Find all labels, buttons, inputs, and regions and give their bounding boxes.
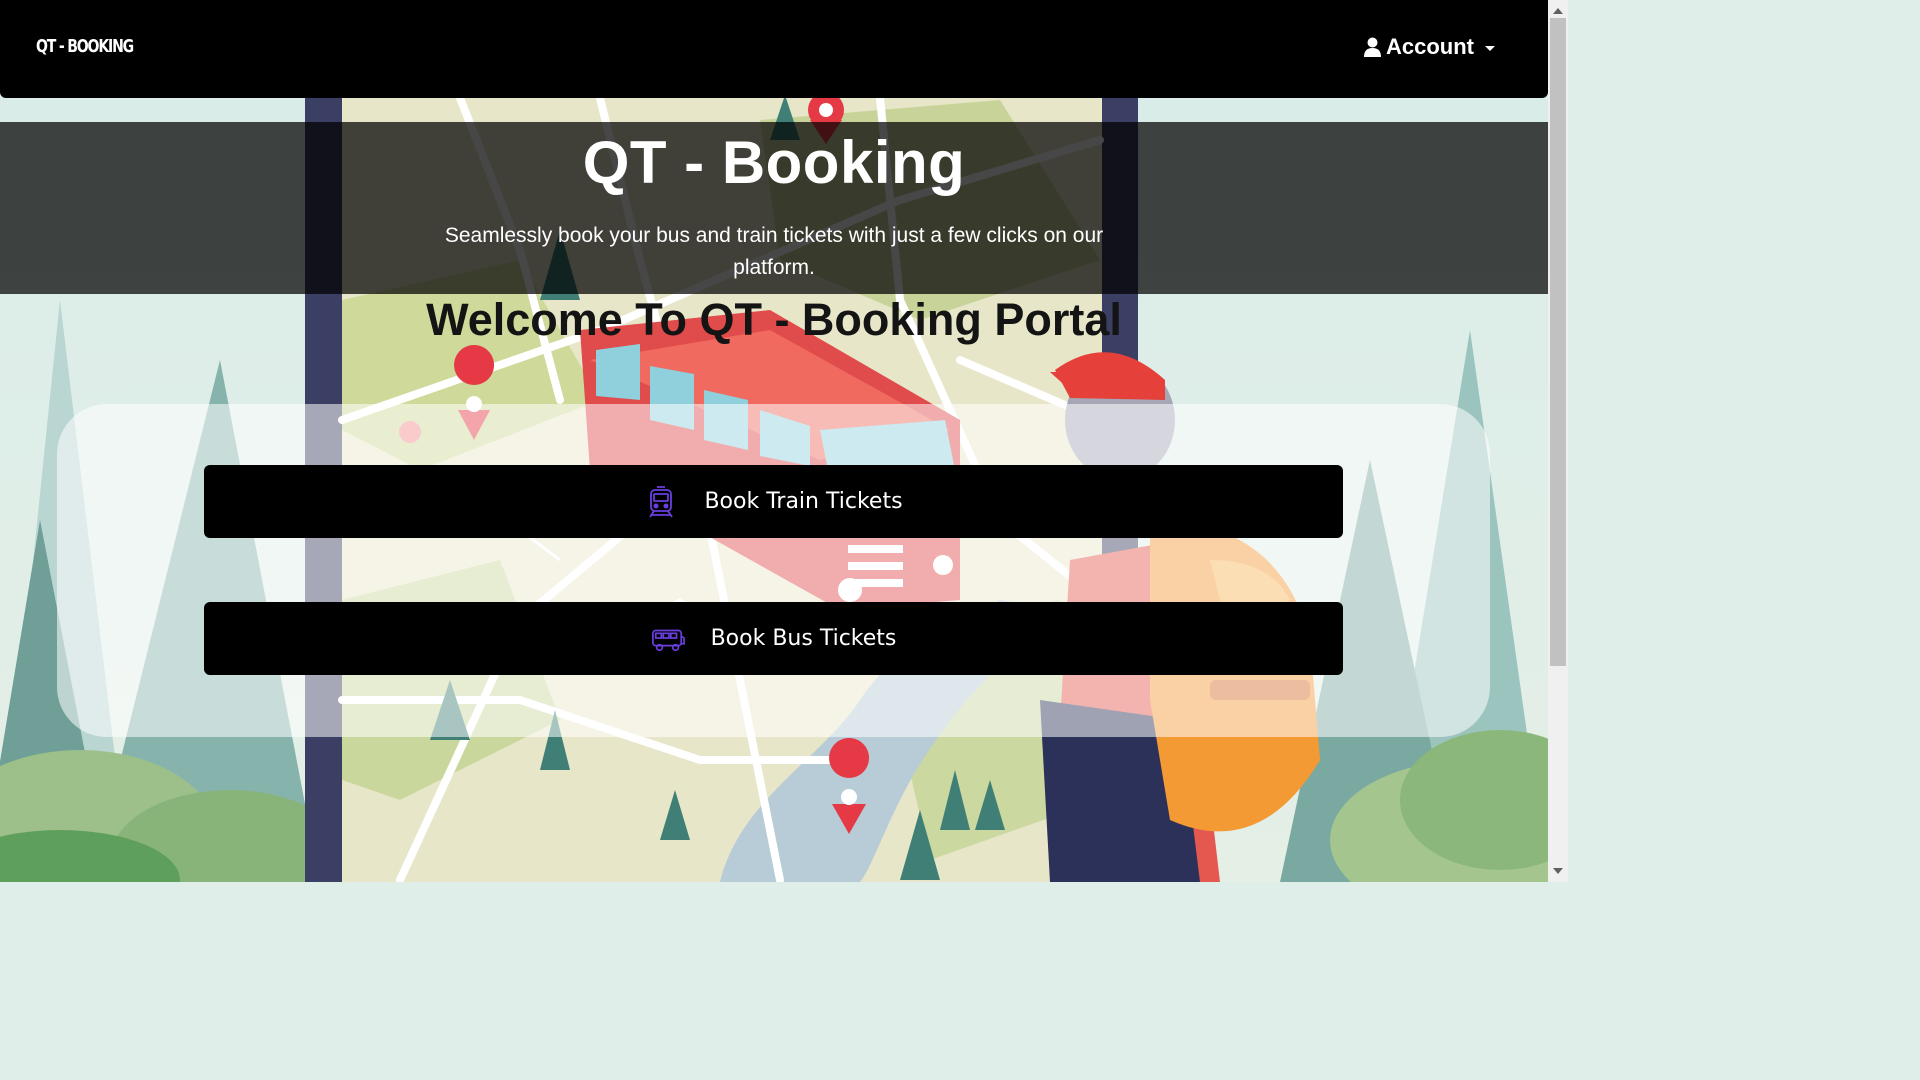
hero-subtitle: Seamlessly book your bus and train ticke…	[444, 224, 1104, 279]
scroll-up-arrow-icon[interactable]	[1553, 8, 1563, 14]
book-bus-button[interactable]: Book Bus Tickets	[204, 602, 1343, 675]
scrollbar-thumb[interactable]	[1550, 18, 1566, 666]
book-train-label: Book Train Tickets	[704, 489, 903, 514]
chevron-down-icon	[1485, 46, 1495, 51]
user-icon	[1364, 37, 1381, 57]
book-bus-label: Book Bus Tickets	[710, 626, 897, 651]
hero-banner: QT - Booking Seamlessly book your bus an…	[0, 122, 1548, 294]
scroll-down-arrow-icon[interactable]	[1553, 868, 1563, 874]
top-navbar: QT - BOOKING Account	[0, 0, 1548, 98]
account-label: Account	[1386, 34, 1474, 59]
book-train-button[interactable]: Book Train Tickets	[204, 465, 1343, 538]
account-dropdown[interactable]: Account	[1364, 34, 1495, 60]
welcome-heading: Welcome To QT - Booking Portal	[426, 294, 1122, 345]
hero-title: QT - Booking	[582, 129, 966, 196]
brand-logo[interactable]: QT - BOOKING	[36, 36, 134, 57]
booking-options-panel	[57, 404, 1490, 737]
page-scrollbar[interactable]	[1548, 0, 1568, 882]
train-icon	[644, 485, 678, 519]
bus-icon	[651, 622, 685, 656]
